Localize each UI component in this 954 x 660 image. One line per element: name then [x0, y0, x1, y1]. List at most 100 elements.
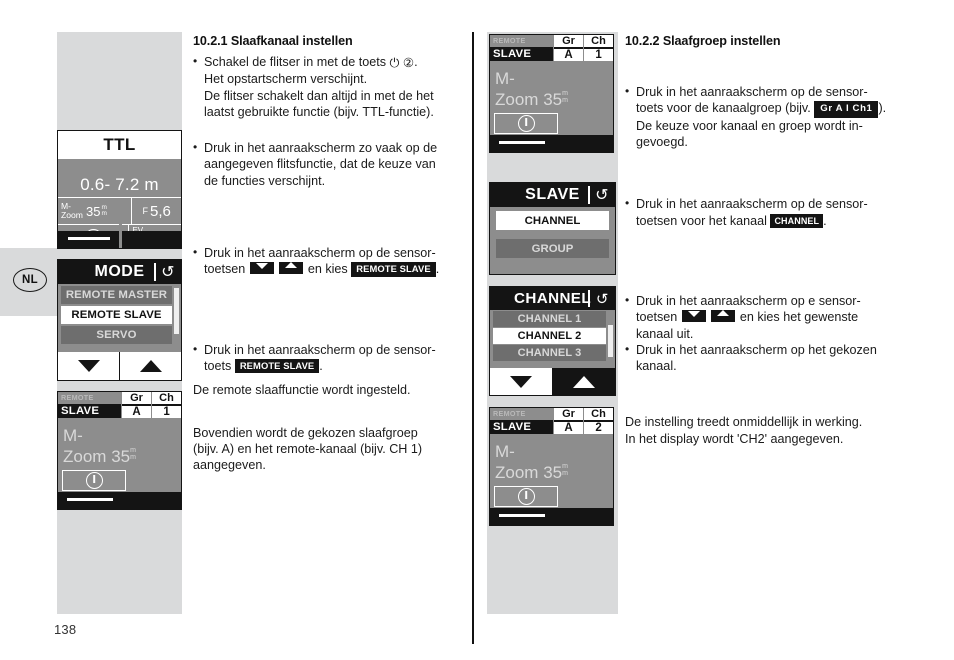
lcd-status-info-button[interactable] [494, 486, 558, 507]
down-arrow-button[interactable] [490, 368, 552, 395]
up-arrow-icon [139, 360, 162, 372]
instruction-bullet: Schakel de flitser in met de toets ⏻ ②. … [193, 53, 461, 120]
lcd-screen-slave-menu: SLAVE ↺ CHANNEL GROUP [489, 182, 616, 275]
lcd-status-header: REMOTE SLAVE Gr A Ch 2 [490, 408, 613, 434]
section-heading-right: 10.2.2 Slaafgroep instellen [625, 34, 781, 48]
list-item[interactable]: CHANNEL 2 [493, 328, 606, 344]
lcd-status-underline [67, 498, 113, 501]
channel-key: Ch [591, 408, 606, 421]
lcd-status-slave-label: SLAVE [490, 420, 554, 434]
lcd-status-body: M- Zoom 35 m m [490, 434, 613, 525]
instruction-bullet: Druk in het aanraakscherm op e sensor- t… [625, 292, 905, 342]
lcd-screen-ttl: TTL 0.6- 7.2 m M- Zoom 35 m m F 5,6 [57, 130, 182, 249]
key-chip-remote-slave: REMOTE SLAVE [234, 358, 320, 374]
section-heading-left: 10.2.1 Slaafkanaal instellen [193, 34, 353, 48]
lcd-screen-channel-menu: CHANNEL ↺ CHANNEL 1 CHANNEL 2 CHANNEL 3 [489, 286, 616, 396]
lcd-ttl-distance: 0.6- 7.2 m [80, 175, 159, 194]
lcd-ttl-aperture-field: F 5,6 [131, 198, 181, 224]
title-separator [588, 186, 590, 204]
group-value: A [132, 405, 141, 418]
lcd-ttl-zoom-value: 35 [85, 203, 101, 219]
key-chip-channel: CHANNEL [770, 213, 824, 229]
lcd-channel-title: CHANNEL [513, 290, 592, 307]
lcd-status-group-cell[interactable]: Gr A [553, 35, 584, 61]
up-arrow-button[interactable] [119, 352, 181, 380]
lcd-status-info-button[interactable] [62, 470, 126, 491]
back-icon[interactable]: ↺ [595, 185, 609, 205]
lcd-slave-titlebar: SLAVE ↺ [490, 183, 615, 207]
lcd-status-info-button[interactable] [494, 113, 558, 134]
lcd-status-slave-label: SLAVE [490, 47, 554, 61]
group-value: A [564, 421, 573, 434]
lcd-status-channel-cell[interactable]: Ch 2 [583, 408, 613, 434]
group-key: Gr [562, 35, 575, 48]
scrollbar-thumb[interactable] [174, 288, 179, 334]
down-arrow-button[interactable] [58, 352, 119, 380]
down-arrow-icon [77, 360, 100, 372]
lcd-mode-titlebar: MODE ↺ [58, 260, 181, 284]
lcd-status-bottom-bar [58, 492, 181, 509]
lcd-status-channel-cell[interactable]: Ch 1 [151, 392, 181, 418]
list-item[interactable]: CHANNEL 1 [493, 311, 606, 327]
up-arrow-button[interactable] [552, 368, 615, 395]
lcd-status-underline [499, 141, 545, 144]
up-arrow-icon [573, 375, 595, 388]
instruction-bullet: Druk in het aanraakscherm op de sensor- … [625, 195, 905, 229]
lcd-status-remote-label: REMOTE [493, 409, 526, 418]
channel-key: Ch [591, 35, 606, 48]
list-item[interactable]: SERVO [61, 326, 172, 344]
lcd-screen-status-slave-ch1: REMOTE SLAVE Gr A Ch 1 M- Zoom 35 m m [57, 391, 182, 510]
lcd-status-remote-block: REMOTE SLAVE [490, 35, 554, 61]
language-tab: NL [0, 248, 57, 316]
lcd-status-underline [499, 514, 545, 517]
title-separator [588, 290, 590, 307]
lcd-status-body: M- Zoom 35 m m [490, 61, 613, 152]
lcd-status-channel-cell[interactable]: Ch 1 [583, 35, 613, 61]
lcd-mode-list: REMOTE MASTER REMOTE SLAVE SERVO [58, 286, 181, 354]
list-item[interactable]: CHANNEL 3 [493, 345, 606, 361]
section-right-text: 10.2.2 Slaafgroep instellen Druk in het … [625, 34, 905, 447]
group-value: A [564, 48, 573, 61]
page-number: 138 [54, 622, 77, 637]
lcd-status-slave-label: SLAVE [58, 404, 122, 418]
lcd-status-remote-block: REMOTE SLAVE [490, 408, 554, 434]
scrollbar-thumb[interactable] [608, 325, 613, 357]
list-item[interactable]: REMOTE SLAVE [61, 306, 172, 324]
lcd-mode-arrow-row [58, 352, 181, 380]
lcd-status-bottom-bar [490, 135, 613, 152]
back-icon[interactable]: ↺ [161, 262, 175, 282]
lcd-screen-mode: MODE ↺ REMOTE MASTER REMOTE SLAVE SERVO [57, 259, 182, 381]
instruction-bullet: Druk in het aanraakscherm op de sensor- … [193, 341, 461, 375]
up-arrow-icon [279, 262, 304, 275]
lcd-ttl-vertical-separator [119, 223, 122, 248]
lcd-status-group-cell[interactable]: Gr A [553, 408, 584, 434]
instruction-paragraph: De remote slaaffunctie wordt ingesteld. [193, 383, 411, 398]
key-chip-group-channel: Gr A I Ch1 [814, 101, 879, 118]
instruction-paragraph: De instelling treedt onmiddellijk in wer… [625, 415, 863, 446]
lcd-status-group-cell[interactable]: Gr A [121, 392, 152, 418]
key-chip-remote-slave: REMOTE SLAVE [351, 262, 436, 277]
lcd-status-header: REMOTE SLAVE Gr A Ch 1 [490, 35, 613, 61]
down-arrow-icon [249, 262, 274, 275]
language-tab-label: NL [13, 268, 47, 292]
lcd-status-mode-text: M- Zoom 35 m m [495, 442, 568, 482]
lcd-slave-list: CHANNEL GROUP [490, 207, 615, 274]
list-item[interactable]: CHANNEL [496, 211, 609, 230]
lcd-ttl-underline [68, 237, 110, 240]
instruction-paragraph: Bovendien wordt de gekozen slaafgroep (b… [193, 425, 423, 473]
back-icon[interactable]: ↺ [596, 290, 609, 308]
lcd-ttl-bottom-bar [58, 223, 181, 248]
group-key: Gr [130, 392, 143, 405]
up-arrow-icon [711, 310, 736, 323]
list-item[interactable]: REMOTE MASTER [61, 286, 172, 304]
lcd-status-bottom-bar [490, 508, 613, 525]
list-item[interactable]: GROUP [496, 239, 609, 258]
lcd-slave-title: SLAVE [525, 186, 580, 203]
lcd-ttl-zoom-field: M- Zoom 35 m m [58, 198, 131, 224]
down-arrow-icon [681, 310, 706, 323]
lcd-status-remote-block: REMOTE SLAVE [58, 392, 122, 418]
instruction-bullet: Druk in het aanraakscherm op de sensor- … [193, 244, 461, 278]
lcd-ttl-mode-label: TTL [58, 131, 181, 159]
channel-value: 1 [595, 48, 602, 61]
channel-value: 2 [595, 421, 602, 434]
